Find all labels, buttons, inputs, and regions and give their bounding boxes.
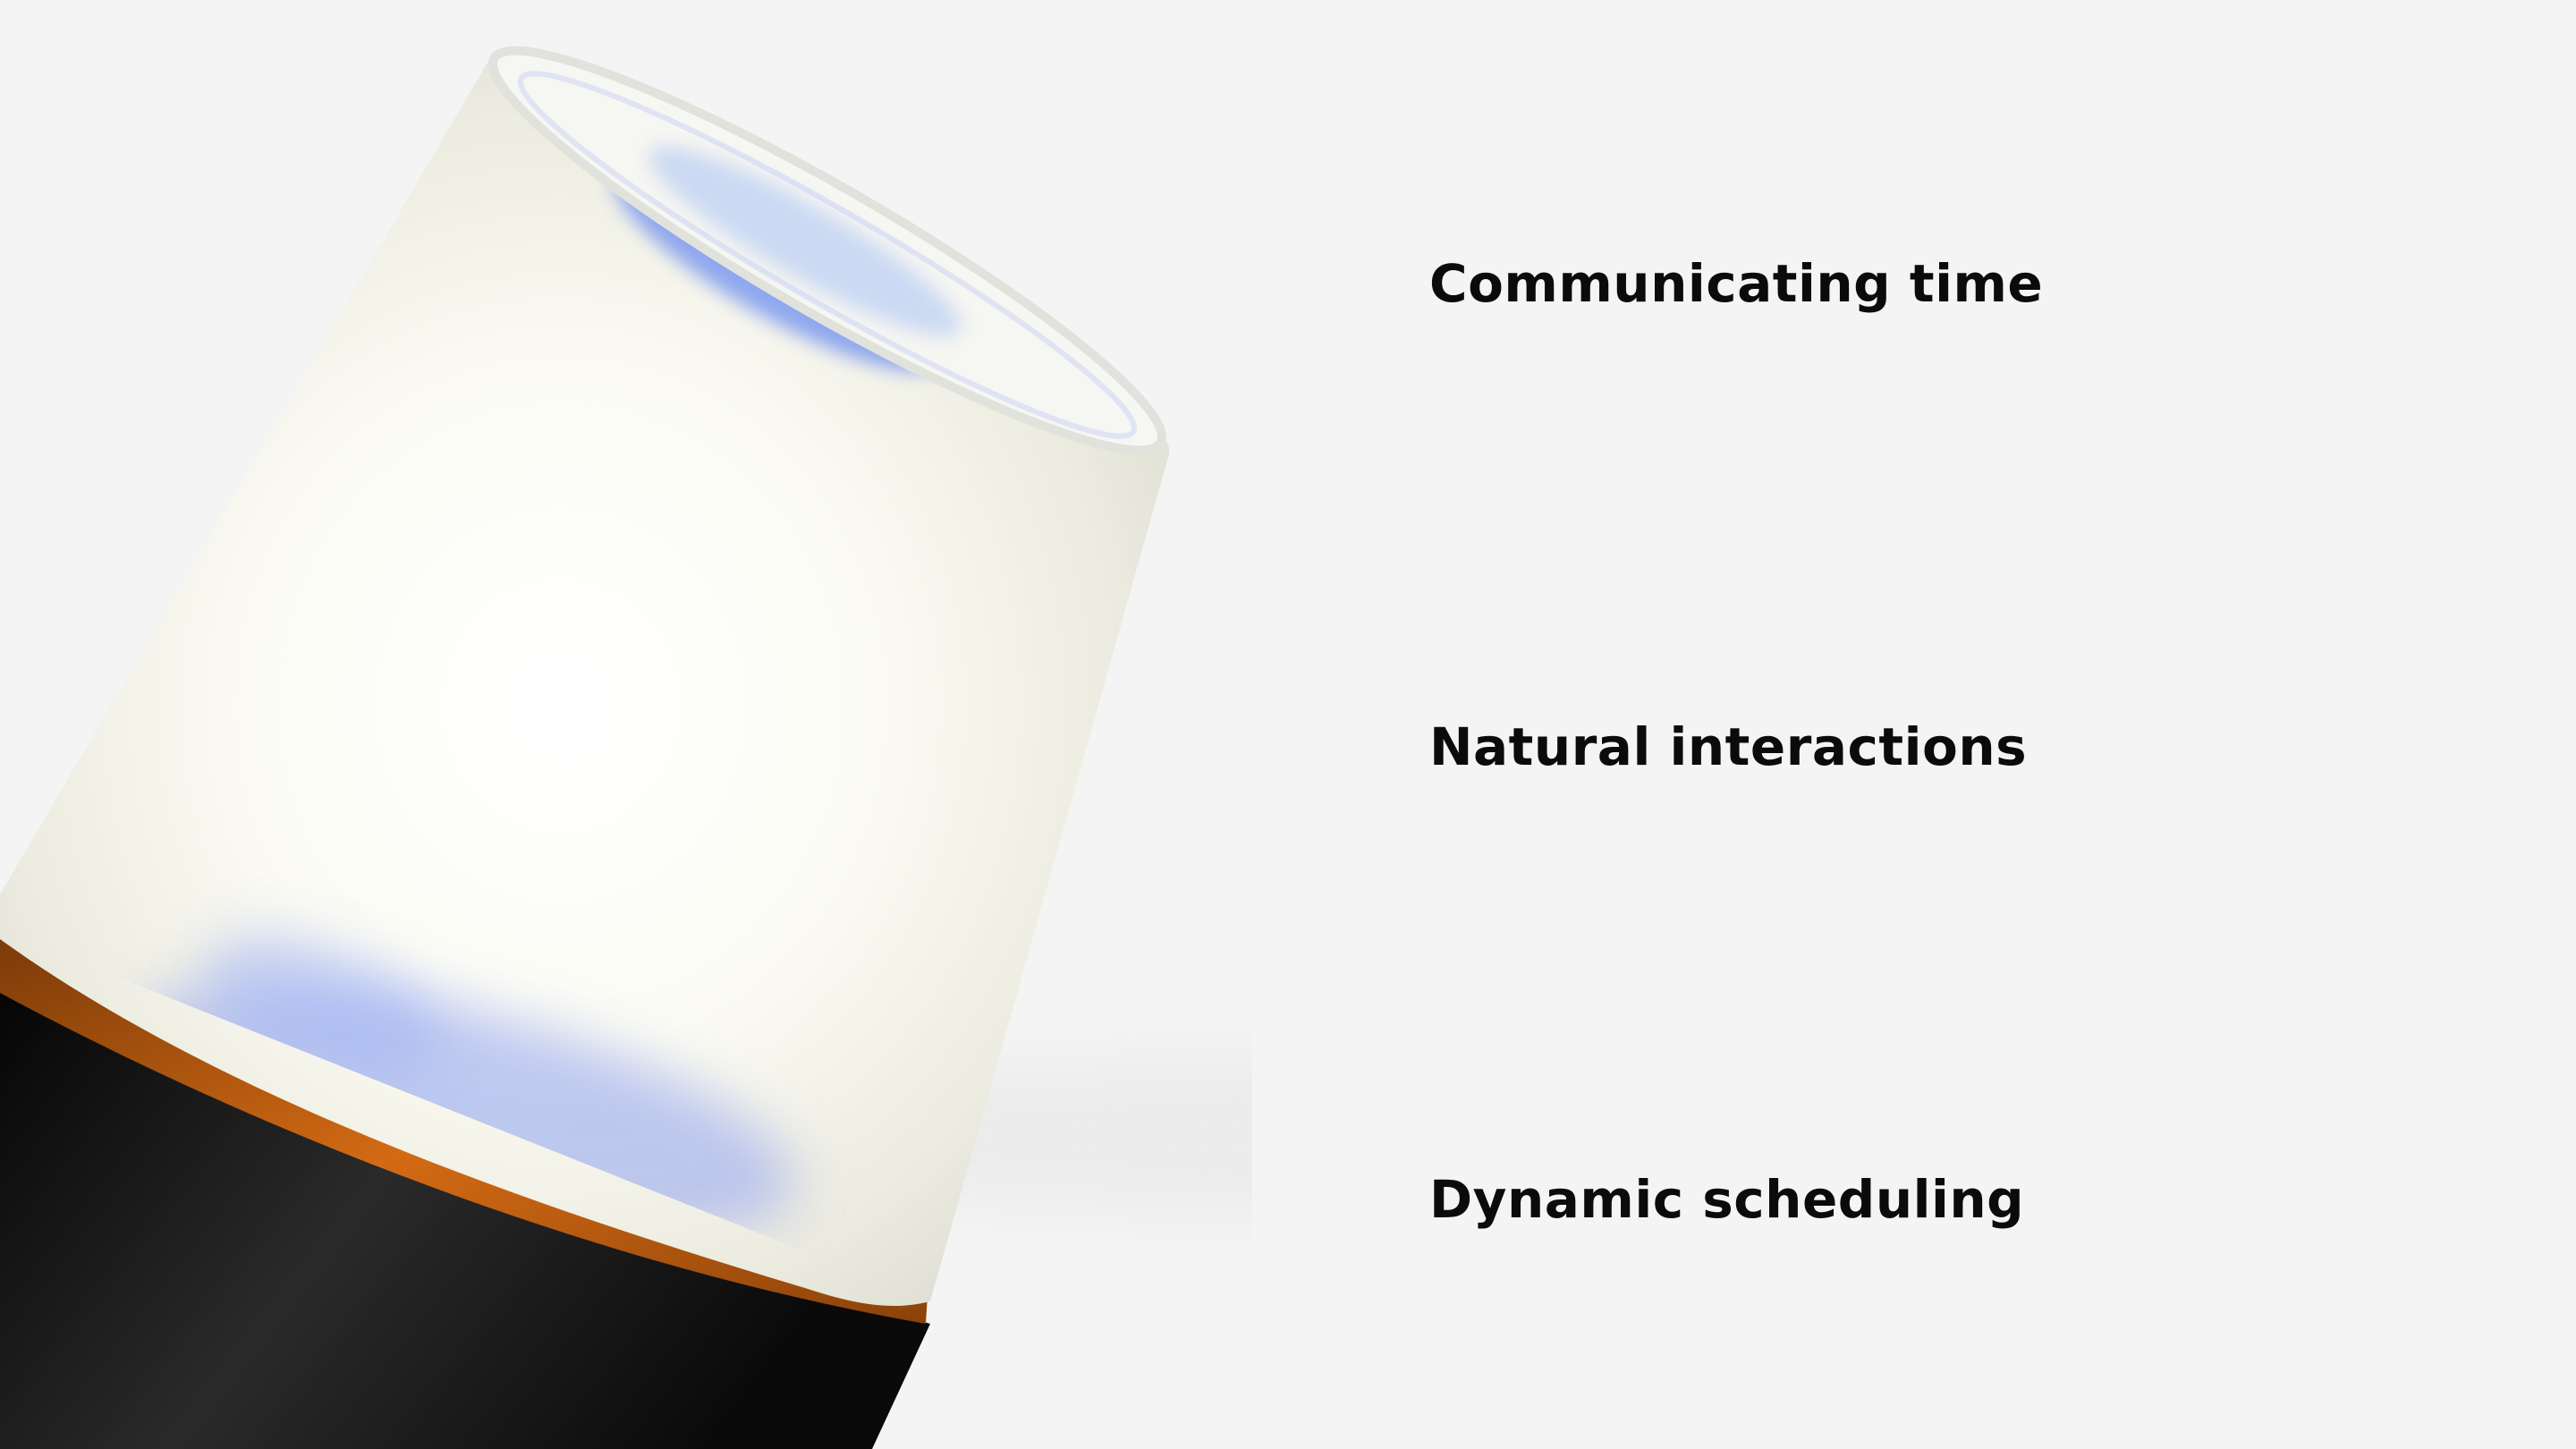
feature-dynamic-scheduling: Dynamic scheduling	[1429, 1169, 2025, 1230]
slide: Communicating time Natural interactions …	[0, 0, 2576, 1449]
device-illustration	[0, 46, 1252, 1449]
feature-natural-interactions: Natural interactions	[1429, 716, 2028, 777]
feature-communicating-time: Communicating time	[1429, 253, 2044, 314]
